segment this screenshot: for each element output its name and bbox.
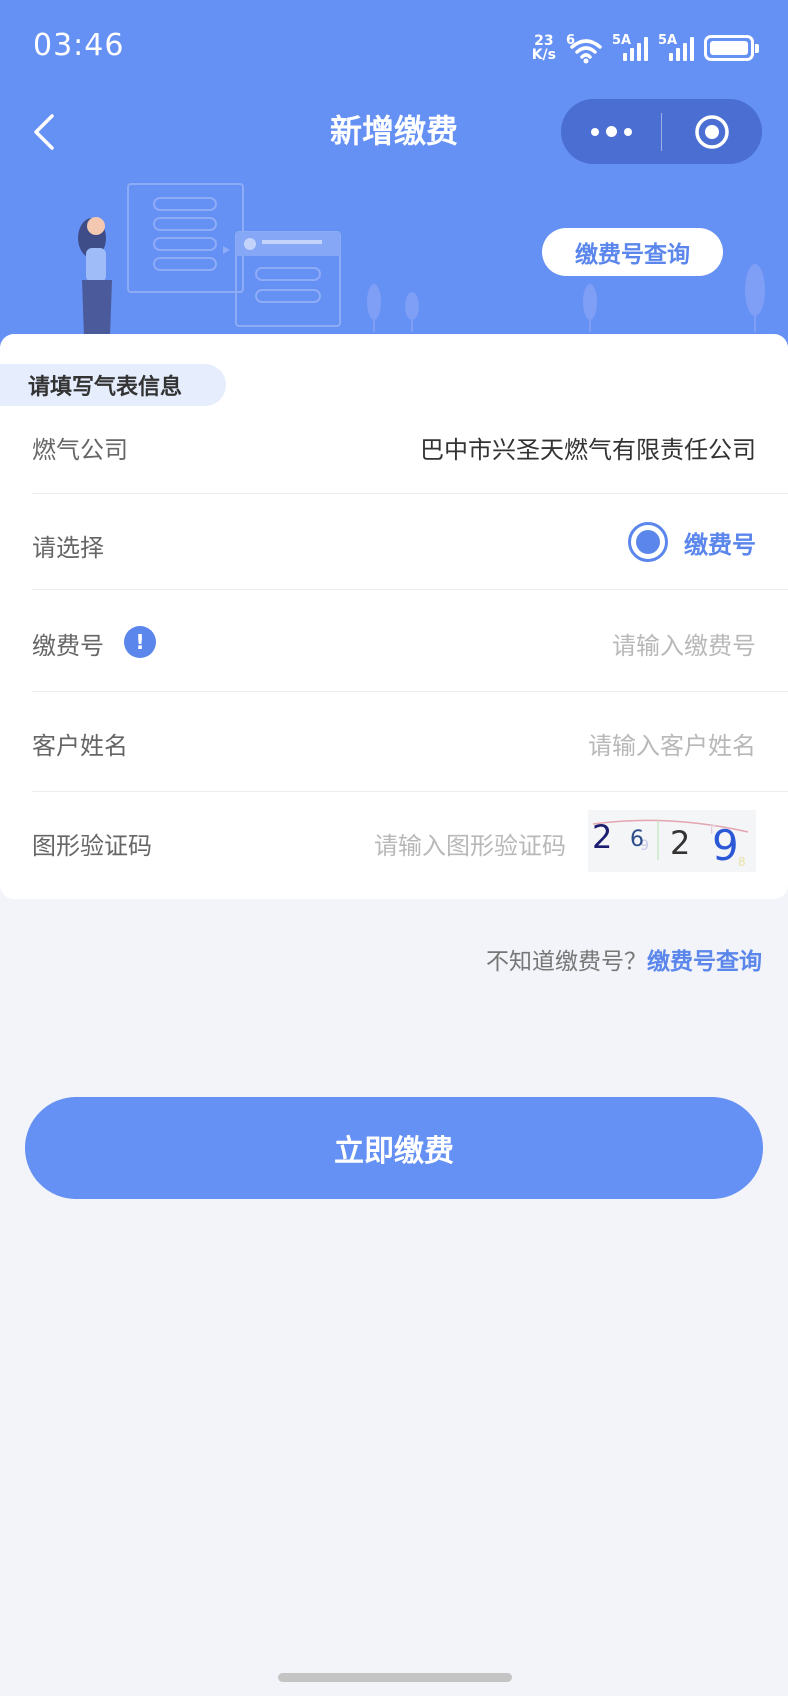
- account-number-input[interactable]: 请输入缴费号: [612, 626, 756, 661]
- tree-decoration: [367, 284, 381, 332]
- section-title: 请填写气表信息: [0, 364, 226, 406]
- captcha-char: 9: [712, 821, 739, 870]
- signal-sim1-icon: 5A: [612, 33, 648, 63]
- more-dots-icon: [590, 126, 632, 137]
- captcha-char: 2: [670, 824, 690, 862]
- miniprogram-capsule: [561, 99, 762, 164]
- account-number-label: 缴费号: [32, 632, 104, 660]
- hint-query-link[interactable]: 缴费号查询: [647, 949, 762, 975]
- tree-decoration: [583, 284, 597, 332]
- target-icon: [695, 114, 729, 149]
- wifi-icon: 6: [566, 33, 602, 64]
- status-icons: 23 K/s 6 5A 5A: [532, 28, 759, 68]
- account-radio-label: 缴费号: [684, 530, 756, 559]
- customer-name-label: 客户姓名: [32, 732, 128, 760]
- captcha-label: 图形验证码: [32, 832, 152, 860]
- radio-selected-icon: [628, 522, 668, 562]
- select-type-label: 请选择: [32, 534, 104, 562]
- captcha-image[interactable]: 9 T 8 2629: [588, 810, 756, 872]
- header-banner: 03:46 23 K/s 6 5A 5A 新增缴费 缴费号查询: [0, 0, 788, 360]
- page: 03:46 23 K/s 6 5A 5A 新增缴费 缴费号查询 请填写气表信息 …: [0, 0, 788, 1696]
- customer-name-input[interactable]: 请输入客户姓名: [588, 726, 756, 761]
- hint-text: 不知道缴费号？: [486, 949, 647, 975]
- captcha-char: 6: [630, 827, 644, 852]
- tree-decoration: [745, 264, 765, 332]
- status-time: 03:46: [33, 28, 125, 63]
- pay-now-button[interactable]: 立即缴费: [25, 1097, 763, 1199]
- more-button[interactable]: [561, 99, 661, 164]
- account-hint: 不知道缴费号？缴费号查询: [486, 942, 762, 976]
- svg-text:8: 8: [738, 855, 746, 869]
- battery-icon: [704, 35, 759, 61]
- meter-info-card: 请填写气表信息 燃气公司 巴中市兴圣天燃气有限责任公司 请选择 缴费号 缴费号 …: [0, 334, 788, 899]
- network-speed-unit: K/s: [531, 47, 556, 63]
- customer-name-row: 客户姓名 请输入客户姓名: [32, 692, 788, 792]
- network-speed-value: 23: [534, 33, 554, 49]
- signal-sim2-icon: 5A: [658, 33, 694, 63]
- captcha-char: 2: [592, 818, 612, 856]
- info-icon[interactable]: !: [124, 626, 156, 658]
- network-speed: 23 K/s: [532, 34, 556, 62]
- gas-company-label: 燃气公司: [32, 436, 128, 464]
- captcha-image-svg: 9 T 8 2629: [592, 818, 749, 870]
- close-miniprogram-button[interactable]: [662, 99, 762, 164]
- select-type-row: 请选择 缴费号: [32, 494, 788, 590]
- captcha-input[interactable]: 请输入图形验证码: [374, 826, 566, 861]
- status-bar: 03:46 23 K/s 6 5A 5A: [0, 0, 788, 96]
- gas-company-row[interactable]: 燃气公司 巴中市兴圣天燃气有限责任公司: [32, 404, 788, 494]
- tree-decoration: [405, 292, 419, 332]
- gas-company-value: 巴中市兴圣天燃气有限责任公司: [420, 436, 756, 464]
- banner-illustration: [78, 183, 341, 336]
- captcha-row: 图形验证码 请输入图形验证码 9 T 8 2629: [32, 792, 788, 892]
- account-radio-option[interactable]: 缴费号: [628, 522, 756, 562]
- home-indicator[interactable]: [278, 1673, 512, 1682]
- account-query-button[interactable]: 缴费号查询: [542, 228, 723, 276]
- account-number-row: 缴费号 ! 请输入缴费号: [32, 590, 788, 692]
